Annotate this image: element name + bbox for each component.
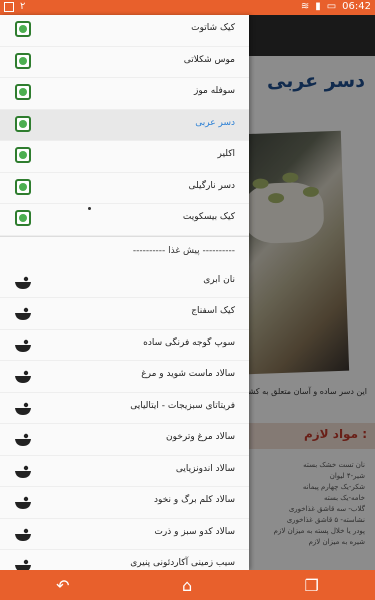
drawer-item-label: کیک اسفناج — [191, 306, 235, 316]
bowl-icon — [15, 276, 31, 289]
drawer-item-label: سالاد مرغ وترخون — [166, 432, 235, 442]
bowl-icon — [15, 339, 31, 352]
signal-icon: ▮ — [315, 1, 321, 12]
wifi-icon: ≋ — [300, 1, 310, 12]
bowl-icon — [15, 528, 31, 541]
drawer-item-label: کیک شاتوت — [191, 23, 235, 33]
drawer-item-banana-souffle[interactable]: سوفله موز — [0, 78, 249, 110]
drawer-item-label: سالاد کدو سبز و ذرت — [154, 526, 235, 537]
bowl-icon — [15, 433, 31, 446]
section-header-appetizers: ---------- پیش غذا ---------- — [0, 235, 249, 267]
bowl-icon — [15, 307, 31, 320]
back-arrow-icon[interactable]: ↶ — [56, 576, 69, 595]
drawer-item-label: موس شکلاتی — [183, 54, 235, 65]
clock: 06:42 — [342, 1, 371, 12]
battery-icon: ▭ — [326, 1, 337, 12]
bowl-icon — [15, 465, 31, 478]
drawer-item-coconut-dessert[interactable]: دسر نارگیلی — [0, 173, 249, 204]
drawer-item-label: فریتاتای سبزیجات - ایتالیایی — [130, 400, 235, 411]
drawer-item-label: سالاد کلم برگ و نخود — [154, 495, 235, 505]
drawer-item-tomato-soup[interactable]: سوپ گوجه فرنگی ساده — [0, 330, 249, 361]
drawer-item-arabic-dessert[interactable]: دسر عربی — [0, 109, 249, 141]
drawer-item-biscuit-cake[interactable]: کیک بیسکویت — [0, 204, 249, 236]
drawer-item-spinach-cake[interactable]: کیک اسفناج — [0, 298, 249, 330]
drawer-item-chocolate-mousse[interactable]: موس شکلاتی — [0, 47, 249, 78]
home-icon[interactable]: ⌂ — [182, 576, 192, 595]
dessert-icon — [15, 52, 31, 69]
section-title: ---------- پیش غذا ---------- — [132, 245, 235, 256]
drawer-item-label: اکلیر — [217, 149, 235, 159]
drawer-item-label: دسر نارگیلی — [188, 180, 235, 191]
drawer-item-label: سالاد اندونزیایی — [175, 463, 235, 474]
drawer-item-shatoot-cake[interactable]: کیک شاتوت — [0, 15, 249, 47]
dessert-icon — [15, 178, 31, 195]
dessert-icon — [15, 21, 31, 37]
drawer-item-label: سالاد ماست شوید و مرغ — [141, 369, 235, 379]
notification-icon — [4, 1, 14, 12]
recents-icon[interactable]: ❐ — [304, 576, 318, 595]
drawer-item-yogurt-dill-chicken-salad[interactable]: سالاد ماست شوید و مرغ — [0, 361, 249, 393]
bowl-icon — [15, 559, 31, 570]
bowl-icon — [15, 402, 31, 415]
drawer-item-cloud-bread[interactable]: نان ابری — [0, 267, 249, 298]
drawer-item-chicken-tarragon-salad[interactable]: سالاد مرغ وترخون — [0, 424, 249, 456]
drawer-item-label: سیب زمینی آکاردئونی پنیری — [130, 558, 235, 568]
drawer-item-label: سوفله موز — [194, 86, 235, 96]
notification-count: ۲ — [20, 1, 26, 12]
status-bar: ۲ ≋ ▮ ▭ 06:42 — [0, 0, 375, 15]
dessert-icon — [15, 84, 31, 100]
drawer-item-label: کیک بیسکویت — [182, 212, 235, 222]
bowl-icon — [15, 370, 31, 383]
decorative-dot — [88, 207, 91, 210]
dessert-icon — [15, 115, 31, 132]
drawer-item-label: دسر عربی — [195, 117, 235, 128]
navigation-drawer: کیک شاتوت موس شکلاتی سوفله موز دسر عربی … — [0, 15, 249, 570]
drawer-item-vegetable-frittata[interactable]: فریتاتای سبزیجات - ایتالیایی — [0, 393, 249, 424]
dessert-icon — [15, 210, 31, 226]
drawer-item-label: نان ابری — [203, 274, 235, 285]
dessert-icon — [15, 147, 31, 163]
drawer-item-zucchini-corn-salad[interactable]: سالاد کدو سبز و ذرت — [0, 519, 249, 550]
drawer-item-accordion-potato[interactable]: سیب زمینی آکاردئونی پنیری — [0, 550, 249, 570]
drawer-item-indonesian-salad[interactable]: سالاد اندونزیایی — [0, 456, 249, 487]
drawer-item-eclair[interactable]: اکلیر — [0, 141, 249, 173]
drawer-item-cabbage-chickpea-salad[interactable]: سالاد کلم برگ و نخود — [0, 487, 249, 519]
drawer-item-label: سوپ گوجه فرنگی ساده — [143, 337, 235, 348]
system-nav-bar: ↶ ⌂ ❐ — [0, 570, 375, 600]
bowl-icon — [15, 496, 31, 509]
